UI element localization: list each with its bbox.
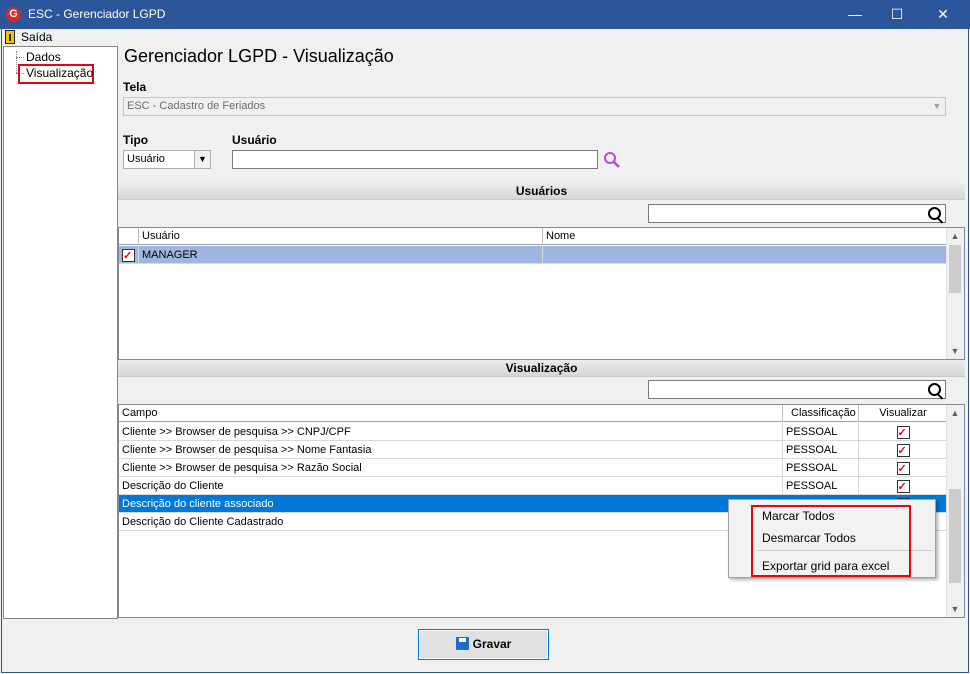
row-checkbox[interactable] [119, 246, 139, 264]
title-bar: G ESC - Gerenciador LGPD — ☐ ✕ [0, 0, 970, 29]
cell-nome [543, 246, 948, 264]
tree-item-dados[interactable]: Dados [26, 50, 61, 64]
tipo-select[interactable]: Usuário ▼ [123, 150, 211, 169]
grid-header-nome[interactable]: Nome [543, 228, 948, 245]
chevron-down-icon: ▼ [932, 101, 942, 111]
visualizar-checkbox[interactable] [859, 477, 948, 495]
checkbox-checked-icon [896, 424, 910, 441]
floppy-disk-icon [455, 637, 469, 650]
minimize-button[interactable]: — [832, 0, 878, 29]
exit-menu-item[interactable]: Saída [1, 29, 61, 46]
scroll-up-icon[interactable]: ▲ [947, 228, 963, 244]
tela-select[interactable]: ESC - Cadastro de Feriados ▼ [123, 97, 946, 116]
tipo-select-value: Usuário [127, 153, 165, 165]
scroll-thumb[interactable] [949, 245, 961, 293]
maximize-button[interactable]: ☐ [874, 0, 920, 29]
annotation-highlight-box [751, 505, 911, 577]
checkbox-checked-icon [122, 247, 135, 264]
tree-connector [16, 51, 17, 73]
cell-campo: Cliente >> Browser de pesquisa >> CNPJ/C… [119, 423, 783, 441]
usuario-label: Usuário [232, 133, 277, 147]
users-grid: Usuário Nome MANAGER ▲ ▼ [118, 227, 965, 360]
tree-item-visualizacao[interactable]: Visualização [26, 66, 93, 80]
cell-campo: Cliente >> Browser de pesquisa >> Razão … [119, 459, 783, 477]
scroll-down-icon[interactable]: ▼ [947, 601, 963, 617]
view-filter-input[interactable] [648, 380, 946, 399]
checkbox-checked-icon [896, 442, 910, 459]
scroll-up-icon[interactable]: ▲ [947, 405, 963, 421]
cell-classificacao: PESSOAL [783, 423, 859, 441]
visualizar-checkbox[interactable] [859, 423, 948, 441]
table-row[interactable]: Descrição do Cliente PESSOAL [119, 477, 948, 495]
navigation-tree: Dados Visualização [3, 46, 118, 619]
cell-classificacao: PESSOAL [783, 441, 859, 459]
view-grid-scrollbar[interactable]: ▲ ▼ [946, 405, 964, 617]
chevron-down-icon: ▼ [194, 151, 210, 168]
window-title: ESC - Gerenciador LGPD [28, 7, 166, 21]
cell-campo: Descrição do cliente associado [119, 495, 783, 513]
save-button[interactable]: Gravar [418, 629, 549, 660]
menu-bar: Saída [1, 29, 969, 46]
scroll-thumb[interactable] [949, 489, 961, 583]
users-grid-scrollbar[interactable]: ▲ ▼ [946, 228, 964, 359]
search-icon [928, 383, 941, 396]
users-filter-input[interactable] [648, 204, 946, 223]
app-logo-icon: G [6, 7, 21, 22]
context-menu: Marcar Todos Desmarcar Todos Exportar gr… [728, 499, 936, 578]
cell-classificacao: PESSOAL [783, 459, 859, 477]
close-button[interactable]: ✕ [920, 0, 966, 29]
scroll-down-icon[interactable]: ▼ [947, 343, 963, 359]
table-row[interactable]: Cliente >> Browser de pesquisa >> Nome F… [119, 441, 948, 459]
cell-usuario: MANAGER [139, 246, 543, 264]
cell-campo: Descrição do Cliente [119, 477, 783, 495]
tipo-label: Tipo [123, 133, 149, 147]
save-button-label: Gravar [472, 637, 512, 651]
visualizar-checkbox[interactable] [859, 459, 948, 477]
search-icon [604, 152, 620, 168]
grid-header-classificacao[interactable]: Classificação [783, 405, 859, 422]
grid-header-visualizar[interactable]: Visualizar [859, 405, 948, 422]
table-row[interactable]: Cliente >> Browser de pesquisa >> Razão … [119, 459, 948, 477]
grid-header-check [119, 228, 139, 245]
visualizar-checkbox[interactable] [859, 441, 948, 459]
grid-header-campo[interactable]: Campo [119, 405, 783, 422]
cell-classificacao: PESSOAL [783, 477, 859, 495]
cell-campo: Descrição do Cliente Cadastrado [119, 513, 783, 531]
page-title: Gerenciador LGPD - Visualização [124, 46, 394, 66]
tree-connector [16, 57, 24, 58]
search-icon [928, 207, 941, 220]
user-search-button[interactable] [603, 151, 623, 169]
exit-door-icon [5, 30, 15, 44]
checkbox-checked-icon [896, 460, 910, 477]
view-section-header: Visualização [118, 360, 965, 377]
cell-campo: Cliente >> Browser de pesquisa >> Nome F… [119, 441, 783, 459]
usuario-input[interactable] [232, 150, 598, 169]
exit-menu-label: Saída [21, 30, 53, 44]
table-row[interactable]: MANAGER [119, 246, 948, 264]
checkbox-checked-icon [896, 478, 910, 495]
tela-select-value: ESC - Cadastro de Feriados [127, 100, 266, 112]
table-row[interactable]: Cliente >> Browser de pesquisa >> CNPJ/C… [119, 423, 948, 441]
tela-label: Tela [123, 80, 147, 94]
users-section-header: Usuários [118, 183, 965, 200]
grid-header-usuario[interactable]: Usuário [139, 228, 543, 245]
